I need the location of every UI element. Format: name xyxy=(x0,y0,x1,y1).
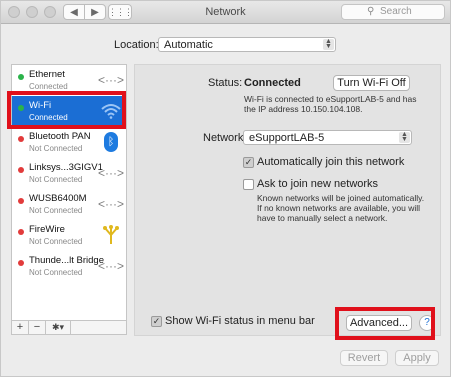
highlight-box-advanced xyxy=(335,307,435,340)
service-name: Bluetooth PAN xyxy=(29,131,91,142)
service-status: Connected xyxy=(29,82,68,91)
service-name: Thunde...lt Bridge xyxy=(29,255,104,266)
status-dot xyxy=(18,136,24,142)
firewire-icon xyxy=(100,225,122,245)
status-dot xyxy=(18,74,24,80)
service-name: FireWire xyxy=(29,224,65,235)
network-preferences-window: ◀ ▶ ⋮⋮⋮ Network ⚲ Search Location: Autom… xyxy=(0,0,451,377)
status-dot xyxy=(18,229,24,235)
search-placeholder: Search xyxy=(380,6,412,17)
service-name: WUSB6400M xyxy=(29,193,87,204)
status-dot xyxy=(18,260,24,266)
ethernet-arrows-icon: <···> xyxy=(98,259,125,273)
chevron-updown-icon: ▲ ▼ xyxy=(323,38,334,50)
status-value: Connected xyxy=(244,77,301,89)
service-item-thunderbolt-bridge[interactable]: Thunde...lt Bridge Not Connected <···> xyxy=(12,251,126,282)
ethernet-arrows-icon: <···> xyxy=(98,73,125,87)
service-name: Ethernet xyxy=(29,69,65,80)
turn-wifi-off-button[interactable]: Turn Wi-Fi Off xyxy=(333,75,410,91)
highlight-box-wifi xyxy=(7,91,126,129)
service-item-linksys[interactable]: Linksys...3GIGV1 Not Connected <···> xyxy=(12,158,126,189)
ask-join-label: Ask to join new networks xyxy=(257,178,379,190)
ethernet-arrows-icon: <···> xyxy=(98,166,125,180)
remove-service-button[interactable]: − xyxy=(29,321,46,334)
service-list-toolbar: + − ✱▾ xyxy=(11,321,127,335)
search-icon: ⚲ xyxy=(367,6,375,17)
status-detail: Wi-Fi is connected to eSupportLAB-5 and … xyxy=(244,94,417,114)
location-value: Automatic xyxy=(164,39,213,51)
service-status: Not Connected xyxy=(29,175,83,184)
auto-join-checkbox[interactable]: ✓ xyxy=(243,157,254,168)
search-field[interactable]: ⚲ Search xyxy=(341,4,445,20)
service-status: Not Connected xyxy=(29,206,83,215)
status-dot xyxy=(18,167,24,173)
chevron-updown-icon: ▲ ▼ xyxy=(399,131,410,143)
apply-button[interactable]: Apply xyxy=(395,350,439,366)
location-select[interactable]: Automatic ▲ ▼ xyxy=(158,37,336,52)
network-name-value: eSupportLAB-5 xyxy=(249,132,325,144)
network-name-select[interactable]: eSupportLAB-5 ▲ ▼ xyxy=(243,130,412,145)
show-status-label: Show Wi-Fi status in menu bar xyxy=(165,315,315,327)
status-label: Status: xyxy=(208,77,243,89)
service-status: Not Connected xyxy=(29,144,83,153)
action-menu-button[interactable]: ✱▾ xyxy=(46,321,71,334)
auto-join-label: Automatically join this network xyxy=(257,156,405,168)
show-status-checkbox[interactable]: ✓ xyxy=(151,316,162,327)
revert-button[interactable]: Revert xyxy=(340,350,388,366)
status-dot xyxy=(18,198,24,204)
wifi-settings-panel: Status: Connected Turn Wi-Fi Off Wi-Fi i… xyxy=(134,64,441,336)
service-status: Not Connected xyxy=(29,237,83,246)
location-label: Location: xyxy=(114,39,159,51)
service-item-firewire[interactable]: FireWire Not Connected xyxy=(12,220,126,251)
ethernet-arrows-icon: <···> xyxy=(98,197,125,211)
bluetooth-icon: ᛒ xyxy=(100,132,122,152)
service-item-bluetooth-pan[interactable]: Bluetooth PAN Not Connected ᛒ xyxy=(12,127,126,158)
ask-join-description: Known networks will be joined automatica… xyxy=(257,193,425,223)
service-item-wusb6400m[interactable]: WUSB6400M Not Connected <···> xyxy=(12,189,126,220)
add-service-button[interactable]: + xyxy=(12,321,29,334)
title-bar: ◀ ▶ ⋮⋮⋮ Network ⚲ Search xyxy=(1,1,450,24)
ask-join-checkbox[interactable] xyxy=(243,179,254,190)
service-status: Not Connected xyxy=(29,268,83,277)
service-name: Linksys...3GIGV1 xyxy=(29,162,103,173)
